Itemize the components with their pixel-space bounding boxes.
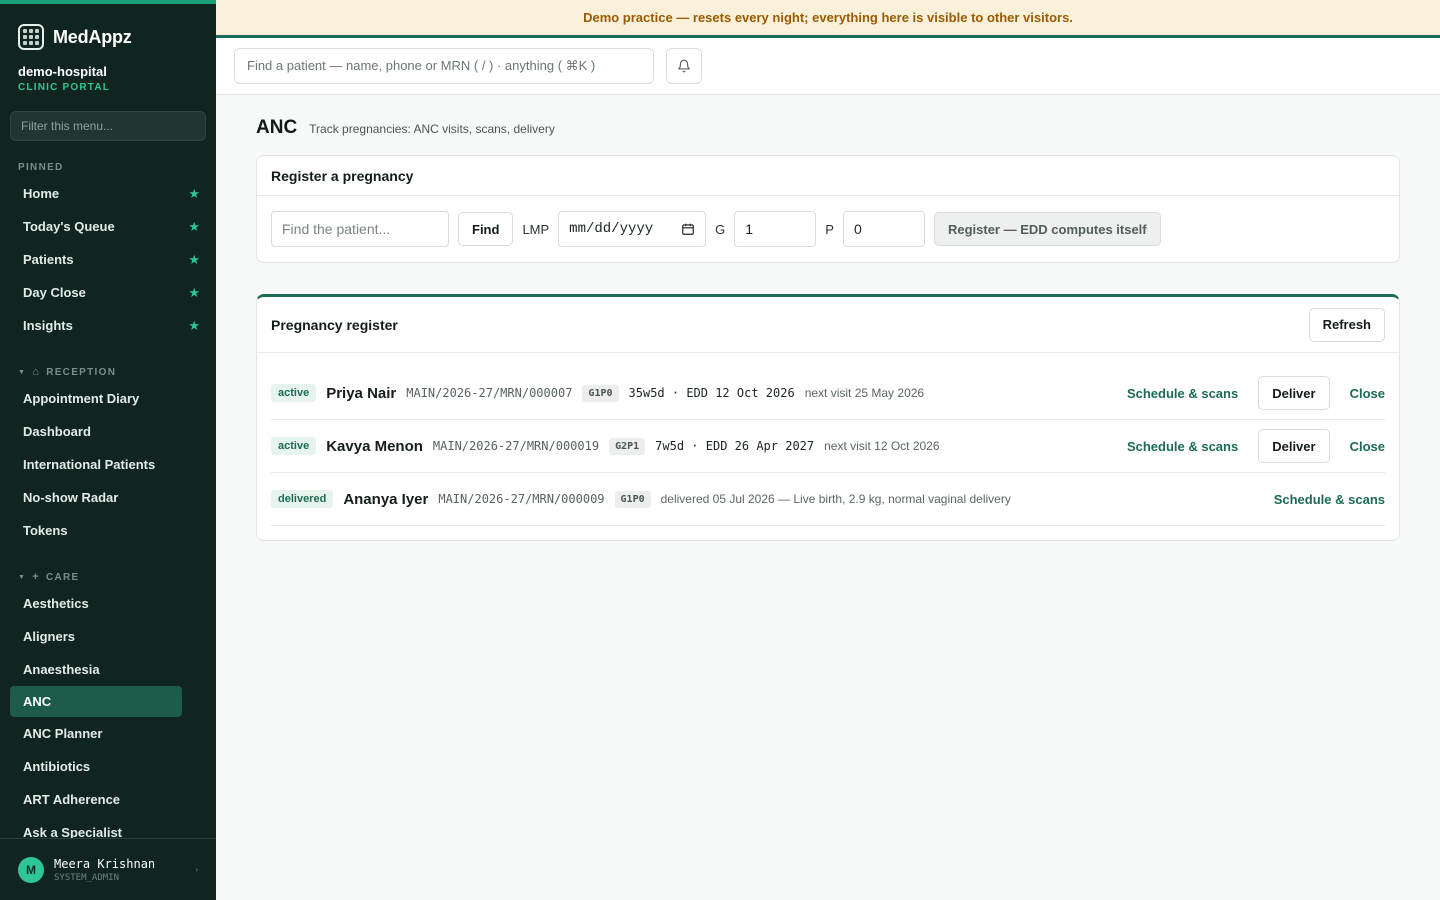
sidebar-item-international-patients[interactable]: International Patients xyxy=(0,448,216,481)
star-icon[interactable]: ★ xyxy=(188,252,200,268)
sidebar-item-aesthetics[interactable]: Aesthetics xyxy=(0,587,216,620)
tenant-switcher[interactable]: demo-hospital CLINIC PORTAL xyxy=(0,56,216,93)
table-row: active Priya Nair MAIN/2026-27/MRN/00000… xyxy=(271,367,1385,420)
para-field[interactable]: 0 xyxy=(842,211,925,247)
schedule-scans-link[interactable]: Schedule & scans xyxy=(1127,386,1238,401)
lmp-date-field[interactable]: mm/dd/yyyy xyxy=(558,211,707,247)
calendar-icon[interactable] xyxy=(681,222,695,236)
page-title: ANC xyxy=(256,117,298,138)
gravida-field[interactable]: 1 xyxy=(734,211,817,247)
card-title: Register a pregnancy xyxy=(257,156,1399,196)
plus-icon: + xyxy=(32,571,40,583)
register-button[interactable]: Register — EDD computes itself xyxy=(933,212,1161,246)
close-link[interactable]: Close xyxy=(1350,386,1385,401)
pregnancy-register-card: Pregnancy register Refresh active Priya … xyxy=(256,294,1400,541)
patient-mrn: MAIN/2026-27/MRN/000007 xyxy=(406,386,573,400)
schedule-scans-link[interactable]: Schedule & scans xyxy=(1127,439,1238,454)
sidebar-item-antibiotics[interactable]: Antibiotics xyxy=(0,750,216,783)
section-label-care[interactable]: ▼ + CARE xyxy=(0,567,216,587)
sidebar-item-anaesthesia[interactable]: Anaesthesia xyxy=(0,653,216,686)
patient-search-input[interactable]: Find a patient — name, phone or MRN ( / … xyxy=(234,48,654,84)
sidebar-item-insights[interactable]: Insights ★ xyxy=(0,309,216,342)
patient-name[interactable]: Priya Nair xyxy=(326,385,396,402)
patient-name[interactable]: Kavya Menon xyxy=(326,438,423,455)
patient-name[interactable]: Ananya Iyer xyxy=(343,491,428,508)
delivery-note: delivered 05 Jul 2026 — Live birth, 2.9 … xyxy=(660,492,1011,506)
status-badge: delivered xyxy=(271,490,334,508)
caret-down-icon: ▼ xyxy=(18,573,27,581)
sidebar-item-anc-planner[interactable]: ANC Planner xyxy=(0,717,216,750)
star-icon[interactable]: ★ xyxy=(188,219,200,235)
star-icon[interactable]: ★ xyxy=(188,318,200,334)
deliver-button[interactable]: Deliver xyxy=(1258,429,1330,463)
page-header: ANC Track pregnancies: ANC visits, scans… xyxy=(216,95,1440,155)
brand-name: MedAppz xyxy=(53,26,132,47)
tenant-name: demo-hospital xyxy=(18,64,107,79)
brand-logo-icon xyxy=(18,24,44,50)
patient-mrn: MAIN/2026-27/MRN/000019 xyxy=(432,439,600,453)
refresh-button[interactable]: Refresh xyxy=(1308,307,1385,342)
sidebar-item-appointment-diary[interactable]: Appointment Diary xyxy=(0,382,216,415)
pregnancy-list: active Priya Nair MAIN/2026-27/MRN/00000… xyxy=(257,367,1399,526)
star-icon[interactable]: ★ xyxy=(188,186,200,202)
table-row: active Kavya Menon MAIN/2026-27/MRN/0000… xyxy=(271,420,1385,473)
table-row: delivered Ananya Iyer MAIN/2026-27/MRN/0… xyxy=(271,473,1385,526)
star-icon[interactable]: ★ xyxy=(188,285,200,301)
avatar: M xyxy=(18,856,44,883)
notifications-button[interactable] xyxy=(666,48,702,84)
demo-banner: Demo practice — resets every night; ever… xyxy=(216,0,1440,38)
sidebar: MedAppz demo-hospital CLINIC PORTAL Filt… xyxy=(0,0,216,900)
gravida-para-badge: G1P0 xyxy=(614,490,651,508)
gestational-age: 7w5d · EDD 26 Apr 2027 xyxy=(655,439,815,453)
patient-search-field[interactable]: Find the patient... xyxy=(271,211,449,247)
brand[interactable]: MedAppz xyxy=(0,4,216,56)
menu-filter-input[interactable]: Filter this menu... xyxy=(10,111,206,141)
chevron-right-icon: › xyxy=(195,865,198,874)
sidebar-item-no-show-radar[interactable]: No-show Radar xyxy=(0,481,216,514)
patient-mrn: MAIN/2026-27/MRN/000009 xyxy=(438,492,605,506)
sidebar-item-art-adherence[interactable]: ART Adherence xyxy=(0,783,216,816)
status-badge: active xyxy=(271,437,317,455)
para-label: P xyxy=(825,221,834,237)
deliver-button[interactable]: Deliver xyxy=(1258,376,1330,410)
gravida-para-badge: G1P0 xyxy=(582,384,619,402)
sidebar-item-aligners[interactable]: Aligners xyxy=(0,620,216,653)
home-icon: ⌂ xyxy=(32,366,41,378)
gravida-label: G xyxy=(715,221,726,237)
page-subtitle: Track pregnancies: ANC visits, scans, de… xyxy=(309,122,555,136)
next-visit: next visit 25 May 2026 xyxy=(804,386,925,400)
topbar: Find a patient — name, phone or MRN ( / … xyxy=(216,38,1440,95)
sidebar-item-dashboard[interactable]: Dashboard xyxy=(0,415,216,448)
main-content: Demo practice — resets every night; ever… xyxy=(216,0,1440,900)
section-label-reception[interactable]: ▼ ⌂ RECEPTION xyxy=(0,362,216,382)
sidebar-item-patients[interactable]: Patients ★ xyxy=(0,243,216,276)
sidebar-item-day-close[interactable]: Day Close ★ xyxy=(0,276,216,309)
card-title: Pregnancy register xyxy=(271,316,398,333)
sidebar-item-todays-queue[interactable]: Today's Queue ★ xyxy=(0,210,216,243)
next-visit: next visit 12 Oct 2026 xyxy=(824,439,940,453)
sidebar-item-tokens[interactable]: Tokens xyxy=(0,514,216,547)
section-label-pinned: PINNED xyxy=(18,161,64,173)
sidebar-item-home[interactable]: Home ★ xyxy=(0,177,216,210)
gravida-para-badge: G2P1 xyxy=(609,437,646,455)
schedule-scans-link[interactable]: Schedule & scans xyxy=(1274,492,1385,507)
user-name: Meera Krishnan xyxy=(54,856,156,871)
sidebar-item-anc[interactable]: ANC xyxy=(10,686,182,717)
user-role: SYSTEM_ADMIN xyxy=(54,872,120,883)
status-badge: active xyxy=(271,384,317,402)
close-link[interactable]: Close xyxy=(1350,439,1385,454)
find-button[interactable]: Find xyxy=(458,212,514,246)
register-pregnancy-card: Register a pregnancy Find the patient...… xyxy=(256,155,1400,263)
lmp-label: LMP xyxy=(522,221,550,237)
tenant-subtitle: CLINIC PORTAL xyxy=(18,82,111,93)
caret-down-icon: ▼ xyxy=(18,368,27,376)
user-menu[interactable]: M Meera Krishnan SYSTEM_ADMIN › xyxy=(0,838,216,900)
gestational-age: 35w5d · EDD 12 Oct 2026 xyxy=(628,386,795,400)
bell-icon xyxy=(678,59,690,73)
